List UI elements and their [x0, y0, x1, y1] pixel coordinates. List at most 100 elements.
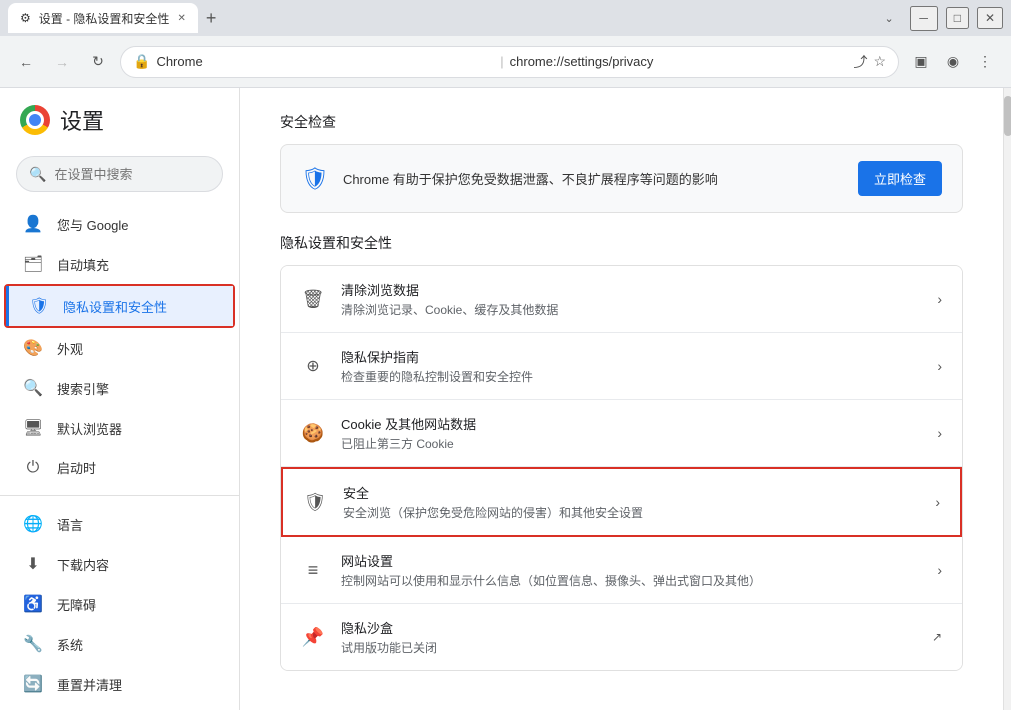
scrollbar[interactable] [1003, 88, 1011, 710]
privacy-guide-icon: ⊕ [301, 356, 325, 376]
safety-card-left: 🛡 Chrome 有助于保护您免受数据泄露、不良扩展程序等问题的影响 [301, 166, 718, 192]
safety-description: Chrome 有助于保护您免受数据泄露、不良扩展程序等问题的影响 [343, 169, 718, 188]
settings-item-sandbox[interactable]: 📌 隐私沙盒 试用版功能已关闭 ↗ [281, 604, 962, 670]
sidebar-item-language[interactable]: 🌐 语言 [0, 504, 239, 544]
sidebar-item-search[interactable]: 🔍 搜索引擎 [0, 368, 239, 408]
address-url: chrome://settings/privacy [510, 54, 848, 69]
sidebar-item-label: 默认浏览器 [57, 419, 122, 438]
cookies-icon: 🍪 [301, 423, 325, 444]
sidebar-item-system[interactable]: 🔧 系统 [0, 624, 239, 664]
security-icon: 🔒 [133, 53, 150, 70]
sandbox-external-icon: ↗ [932, 630, 942, 644]
search-input[interactable] [54, 167, 230, 182]
sidebar-item-google[interactable]: 👤 您与 Google [0, 204, 239, 244]
tab-favicon: ⚙ [20, 11, 31, 25]
sidebar-item-label: 自动填充 [57, 255, 109, 274]
titlebar: ⚙ 设置 - 隐私设置和安全性 ✕ + ⌄ － □ ✕ [0, 0, 1011, 36]
clear-browsing-subtitle: 清除浏览记录、Cookie、缓存及其他数据 [341, 301, 921, 318]
close-button[interactable]: ✕ [977, 7, 1003, 29]
clear-browsing-title: 清除浏览数据 [341, 280, 921, 299]
back-button[interactable]: ← [12, 48, 40, 76]
settings-item-privacy-guide[interactable]: ⊕ 隐私保护指南 检查重要的隐私控制设置和安全控件 › [281, 333, 962, 400]
safety-shield-icon: 🛡 [301, 166, 329, 192]
safety-check-card: 🛡 Chrome 有助于保护您免受数据泄露、不良扩展程序等问题的影响 立即检查 [280, 144, 963, 213]
menu-button[interactable]: ⋮ [971, 48, 999, 76]
sidebar-item-startup[interactable]: ⏻ 启动时 [0, 448, 239, 487]
sandbox-subtitle: 试用版功能已关闭 [341, 639, 916, 656]
sidebar-item-label: 隐私设置和安全性 [63, 297, 167, 316]
safety-check-title: 安全检查 [280, 112, 963, 132]
refresh-button[interactable]: ↻ [84, 48, 112, 76]
reset-icon: 🔄 [23, 674, 43, 694]
tab-strip-toggle[interactable]: ▣ [907, 48, 935, 76]
site-settings-icon: ≡ [301, 560, 325, 581]
cookies-subtitle: 已阻止第三方 Cookie [341, 435, 921, 452]
startup-icon: ⏻ [23, 459, 43, 477]
sidebar-item-label: 系统 [57, 635, 83, 654]
site-settings-arrow: › [937, 562, 942, 578]
tab-close-button[interactable]: ✕ [177, 13, 185, 24]
address-separator: | [500, 54, 503, 69]
tab-title: 设置 - 隐私设置和安全性 [39, 10, 170, 27]
sidebar-item-accessibility[interactable]: ♿ 无障碍 [0, 584, 239, 624]
cookies-content: Cookie 及其他网站数据 已阻止第三方 Cookie [341, 414, 921, 452]
privacy-guide-title: 隐私保护指南 [341, 347, 921, 366]
sidebar-item-label: 重置并清理 [57, 675, 122, 694]
minimize-button[interactable]: － [910, 6, 938, 31]
sidebar-item-label: 您与 Google [57, 215, 129, 234]
profile-button[interactable]: ◉ [939, 48, 967, 76]
address-bar[interactable]: 🔒 Chrome | chrome://settings/privacy ⤴ ☆ [120, 46, 899, 78]
cookies-title: Cookie 及其他网站数据 [341, 414, 921, 433]
sidebar-item-downloads[interactable]: ⬇ 下载内容 [0, 544, 239, 584]
titlebar-controls: ⌄ － □ ✕ [884, 6, 1003, 31]
toolbar-actions: ▣ ◉ ⋮ [907, 48, 999, 76]
settings-item-cookies[interactable]: 🍪 Cookie 及其他网站数据 已阻止第三方 Cookie › [281, 400, 962, 467]
sidebar-item-appearance[interactable]: 🎨 外观 [0, 328, 239, 368]
security-content: 安全 安全浏览（保护您免受危险网站的侵害）和其他安全设置 [343, 483, 919, 521]
settings-item-site-settings[interactable]: ≡ 网站设置 控制网站可以使用和显示什么信息（如位置信息、摄像头、弹出式窗口及其… [281, 537, 962, 604]
sandbox-icon: 📌 [301, 627, 325, 648]
active-tab[interactable]: ⚙ 设置 - 隐私设置和安全性 ✕ [8, 3, 198, 33]
address-actions: ⤴ ☆ [853, 52, 886, 72]
sidebar-title: 设置 [60, 104, 104, 136]
search-bar[interactable]: 🔍 [16, 156, 223, 192]
sidebar-item-default-browser[interactable]: 🖥 默认浏览器 [0, 408, 239, 448]
browser-toolbar: ← → ↻ 🔒 Chrome | chrome://settings/priva… [0, 36, 1011, 88]
sidebar-item-reset[interactable]: 🔄 重置并清理 [0, 664, 239, 704]
default-browser-icon: 🖥 [23, 418, 43, 438]
sidebar-header: 设置 [0, 88, 239, 152]
sidebar-item-label: 下载内容 [57, 555, 109, 574]
clear-browsing-icon: 🗑 [301, 289, 325, 310]
minimize-restore-icon: ⌄ [884, 12, 893, 25]
bookmark-icon[interactable]: ☆ [873, 53, 886, 70]
scrollbar-thumb[interactable] [1004, 96, 1011, 136]
titlebar-left: ⚙ 设置 - 隐私设置和安全性 ✕ + [8, 3, 216, 33]
privacy-guide-content: 隐私保护指南 检查重要的隐私控制设置和安全控件 [341, 347, 921, 385]
share-icon[interactable]: ⤴ [853, 52, 867, 72]
clear-browsing-content: 清除浏览数据 清除浏览记录、Cookie、缓存及其他数据 [341, 280, 921, 318]
sidebar-divider [0, 495, 239, 496]
forward-button[interactable]: → [48, 48, 76, 76]
security-title: 安全 [343, 483, 919, 502]
check-now-button[interactable]: 立即检查 [858, 161, 942, 196]
security-arrow: › [935, 494, 940, 510]
accessibility-icon: ♿ [23, 594, 43, 614]
main-container: 设置 🔍 👤 您与 Google 🗂 自动填充 🛡 隐私设置和安全性 🎨 外观 [0, 88, 1011, 710]
privacy-section-title: 隐私设置和安全性 [280, 233, 963, 253]
privacy-guide-arrow: › [937, 358, 942, 374]
sidebar: 设置 🔍 👤 您与 Google 🗂 自动填充 🛡 隐私设置和安全性 🎨 外观 [0, 88, 240, 710]
sidebar-item-privacy[interactable]: 🛡 隐私设置和安全性 [6, 286, 233, 326]
maximize-button[interactable]: □ [946, 7, 969, 29]
sidebar-item-autofill[interactable]: 🗂 自动填充 [0, 244, 239, 284]
sandbox-title: 隐私沙盒 [341, 618, 916, 637]
settings-item-security[interactable]: 🛡 安全 安全浏览（保护您免受危险网站的侵害）和其他安全设置 › [281, 467, 962, 537]
site-settings-title: 网站设置 [341, 551, 921, 570]
google-icon: 👤 [23, 214, 43, 234]
new-tab-button[interactable]: + [206, 8, 217, 29]
clear-browsing-arrow: › [937, 291, 942, 307]
site-settings-content: 网站设置 控制网站可以使用和显示什么信息（如位置信息、摄像头、弹出式窗口及其他） [341, 551, 921, 589]
privacy-guide-subtitle: 检查重要的隐私控制设置和安全控件 [341, 368, 921, 385]
autofill-icon: 🗂 [23, 254, 43, 274]
settings-item-clear-browsing[interactable]: 🗑 清除浏览数据 清除浏览记录、Cookie、缓存及其他数据 › [281, 266, 962, 333]
sidebar-item-label: 搜索引擎 [57, 379, 109, 398]
